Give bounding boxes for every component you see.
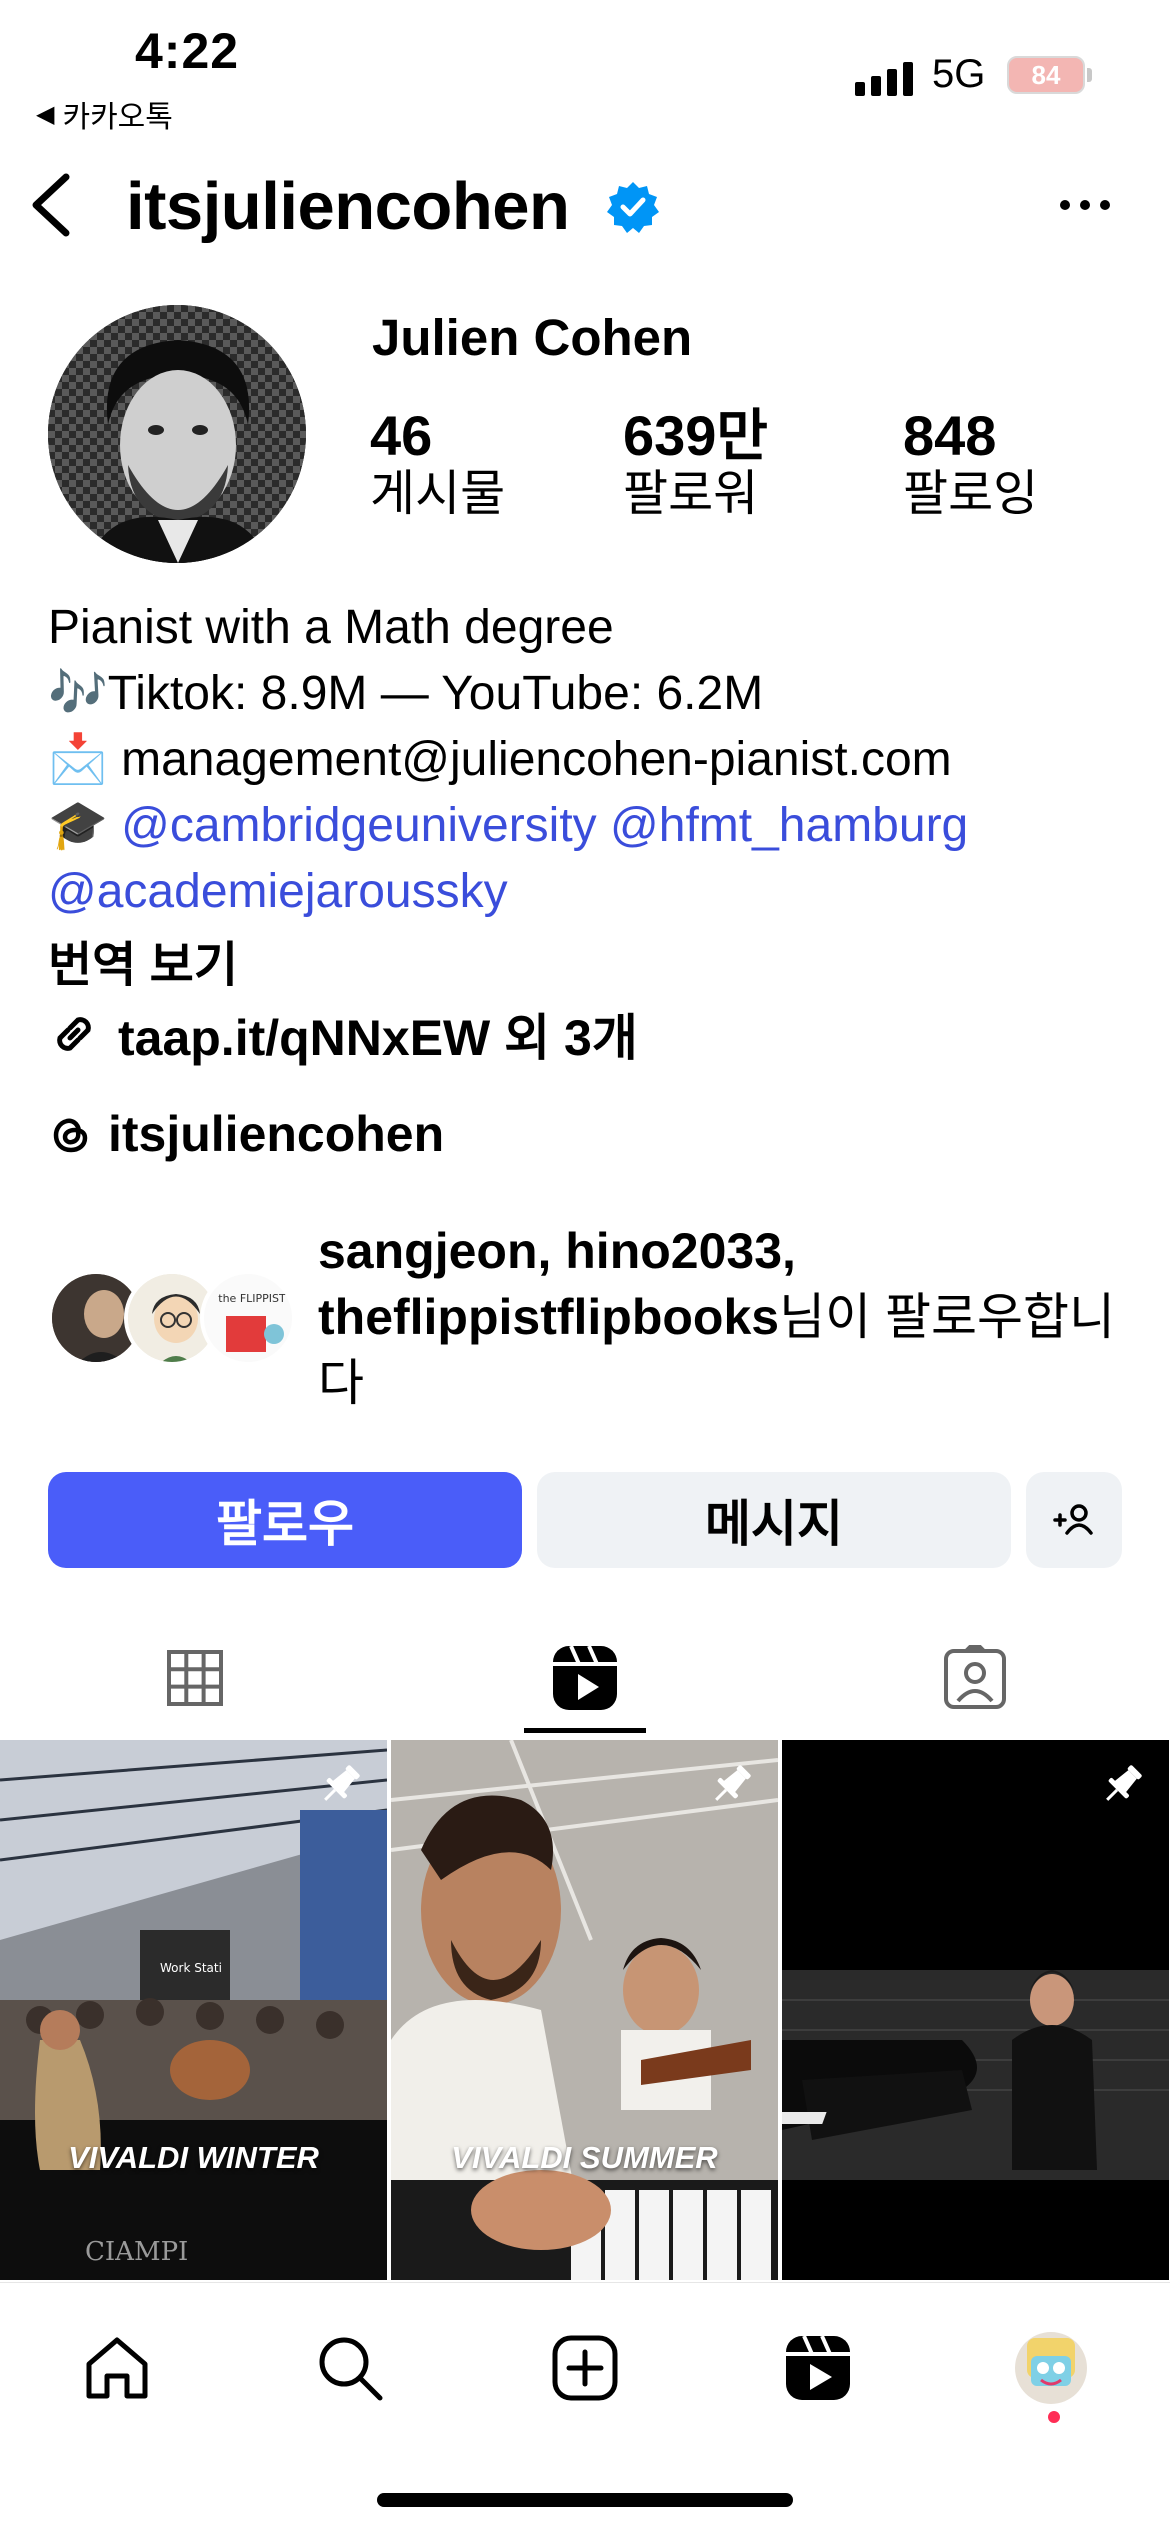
bio-mentions-line: 🎓 @cambridgeuniversity @hfmt_hamburg: [48, 793, 968, 859]
following-value: 848: [903, 404, 997, 467]
follow-button[interactable]: 팔로우: [48, 1472, 522, 1568]
reel-sign-text: Work Stati: [160, 1961, 222, 1975]
bio-line: Pianist with a Math degree: [48, 601, 614, 654]
grid-icon: [167, 1650, 223, 1706]
pin-icon: [1106, 1765, 1142, 1801]
search-icon: [319, 2337, 383, 2401]
status-time: 4:22: [135, 23, 240, 79]
profile-photo: [48, 305, 306, 563]
see-translation-link[interactable]: 번역 보기: [48, 925, 238, 995]
nav-create[interactable]: [540, 2323, 630, 2413]
posts-value: 46: [370, 404, 433, 467]
reel-image: Work Stati CIAMPI: [0, 1740, 387, 2280]
followers-label: 팔로워: [623, 467, 759, 522]
back-triangle-icon: ◀: [36, 100, 55, 128]
reel-caption: VIVALDI SUMMER: [451, 2140, 718, 2175]
profile-avatar[interactable]: [48, 305, 306, 563]
mention-link[interactable]: @academiejaroussky: [48, 865, 508, 918]
reel-thumbnail[interactable]: [782, 1740, 1169, 2280]
external-link[interactable]: taap.it/qNNxEW 외 3개: [48, 998, 638, 1070]
mutual-follower-names: sangjeon, hino2033, theflippistflipbooks: [318, 1223, 796, 1345]
reel-image: [782, 1740, 1169, 2280]
mutual-avatar: the FLIPPIST: [200, 1270, 296, 1366]
back-to-app-link[interactable]: ◀ 카카오톡: [36, 92, 173, 136]
back-button[interactable]: [22, 165, 82, 245]
following-count[interactable]: 848 팔로잉: [903, 404, 1038, 522]
followers-value: 639만: [623, 404, 768, 467]
tagged-icon: [944, 1645, 1006, 1709]
battery-tip: [1087, 68, 1092, 82]
tab-tagged[interactable]: [780, 1618, 1170, 1738]
posts-count[interactable]: 46 게시물: [370, 404, 505, 522]
posts-label: 게시물: [370, 467, 506, 522]
mutual-followers-avatars[interactable]: the FLIPPIST: [48, 1270, 298, 1370]
battery-icon: 84: [1007, 56, 1085, 94]
bottom-navigation: [0, 2282, 1170, 2533]
bio-line: 🎶Tiktok: 8.9M — YouTube: 6.2M: [48, 667, 764, 720]
tab-reels[interactable]: [390, 1618, 780, 1738]
message-button[interactable]: 메시지: [537, 1472, 1011, 1568]
home-icon: [86, 2337, 148, 2399]
profile-avatar: [1015, 2332, 1087, 2404]
active-tab-indicator: [524, 1728, 646, 1733]
threads-handle: itsjuliencohen: [108, 1106, 445, 1162]
reel-image: [391, 1740, 778, 2280]
add-person-icon: [1053, 1504, 1093, 1535]
more-horizontal-icon: [1060, 200, 1110, 210]
reel-thumbnail[interactable]: VIVALDI SUMMER: [391, 1740, 778, 2280]
threads-icon: [53, 1118, 88, 1153]
followers-count[interactable]: 639만 팔로워: [623, 404, 768, 522]
bio-email: management@juliencohen-pianist.com: [121, 733, 952, 786]
network-type: 5G: [932, 52, 986, 96]
suggested-accounts-button[interactable]: [1026, 1472, 1122, 1568]
following-label: 팔로잉: [903, 467, 1039, 522]
envelope-icon: 📩: [48, 733, 108, 786]
back-app-label: 카카오톡: [62, 101, 173, 134]
piano-brand-text: CIAMPI: [85, 2237, 188, 2267]
pin-icon: [324, 1765, 360, 1801]
reel-thumbnail[interactable]: Work Stati CIAMPI VIVALDI WINTER: [0, 1740, 387, 2280]
verified-badge-icon: [606, 180, 660, 234]
home-indicator[interactable]: [377, 2493, 793, 2507]
profile-username: itsjuliencohen: [126, 169, 570, 244]
graduation-cap-icon: 🎓: [48, 799, 108, 852]
nav-home[interactable]: [72, 2323, 162, 2413]
reel-caption: VIVALDI WINTER: [68, 2140, 319, 2175]
mention-link[interactable]: @cambridgeuniversity: [121, 799, 597, 852]
tab-posts[interactable]: [0, 1618, 390, 1738]
battery-level: 84: [1031, 59, 1061, 90]
nav-search[interactable]: [305, 2323, 395, 2413]
cellular-signal-icon: [855, 58, 913, 96]
reels-icon: [553, 1645, 617, 1710]
threads-profile-link[interactable]: itsjuliencohen: [48, 1105, 444, 1163]
link-icon: [57, 1017, 91, 1051]
more-options-button[interactable]: [1055, 180, 1115, 230]
nav-reels[interactable]: [773, 2323, 863, 2413]
bio-email-line: 📩 management@juliencohen-pianist.com: [48, 727, 952, 793]
bio-mentions-line: @academiejaroussky: [48, 859, 508, 925]
reels-icon: [786, 2335, 850, 2400]
chevron-left-icon: [32, 173, 70, 237]
display-name: Julien Cohen: [372, 309, 693, 366]
mutual-avatar-logo-text: the FLIPPIST: [218, 1292, 286, 1305]
followed-by-text[interactable]: sangjeon, hino2033, theflippistflipbooks…: [318, 1218, 1118, 1416]
external-link-label: taap.it/qNNxEW 외 3개: [118, 1010, 638, 1066]
pin-icon: [715, 1765, 751, 1801]
nav-profile[interactable]: [1006, 2323, 1096, 2413]
notification-dot: [1048, 2411, 1060, 2423]
mention-link[interactable]: @hfmt_hamburg: [610, 799, 968, 852]
create-icon: [552, 2335, 618, 2401]
